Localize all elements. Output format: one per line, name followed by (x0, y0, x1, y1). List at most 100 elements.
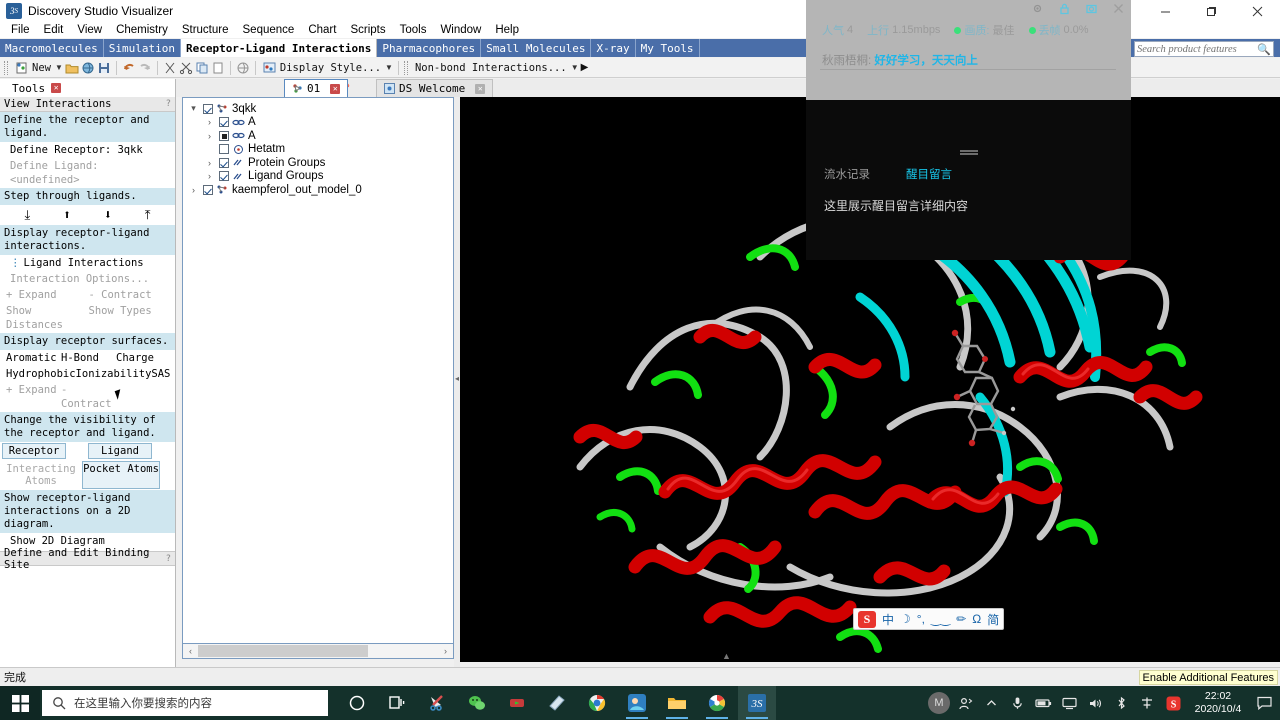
menu-tools[interactable]: Tools (393, 22, 434, 38)
copy-icon[interactable] (195, 61, 209, 75)
taskbar-clock[interactable]: 22:02 2020/10/4 (1186, 686, 1250, 720)
interactions-expand-action[interactable]: + Expand (6, 288, 89, 302)
tree-node-hetatm[interactable]: Hetatm (203, 143, 451, 157)
show-hidden-icons-icon[interactable] (978, 686, 1004, 720)
punctuation-icon[interactable]: °, (917, 612, 925, 626)
viewport-expand-icon[interactable]: ▲ (722, 651, 731, 661)
settings-icon[interactable] (1031, 2, 1044, 15)
twisty-collapsed-icon[interactable]: › (187, 185, 200, 195)
document-tab-01[interactable]: 01 ✕ (284, 79, 349, 97)
surface-aromatic-action[interactable]: Aromatic (6, 351, 61, 365)
receptor-visibility-button[interactable]: Receptor (2, 443, 66, 459)
open-icon[interactable] (65, 61, 79, 75)
new-dropdown-icon[interactable]: ▼ (55, 63, 63, 72)
product-search-box[interactable]: 🔍 (1134, 41, 1274, 57)
display-style-button[interactable]: Display Style... (261, 59, 383, 77)
binding-site-help-icon[interactable]: ? (166, 554, 171, 564)
surface-hydrophobic-action[interactable]: Hydrophobic (6, 367, 76, 381)
tools-tab-close-icon[interactable]: ✕ (51, 83, 62, 93)
live-stream-overlay-window[interactable]: 人气 4 上行 1.15mbps 画质: 最佳 丢帧 0.0% 秋雨梧桐: 好好… (806, 0, 1131, 260)
surface-hbond-action[interactable]: H-Bond (61, 351, 116, 365)
search-input[interactable] (1137, 43, 1258, 55)
windows-start-icon[interactable] (0, 686, 40, 720)
define-edit-binding-site-header[interactable]: Define and Edit Binding Site ? (0, 547, 175, 571)
bluetooth-icon[interactable] (1108, 686, 1134, 720)
show-distances-action[interactable]: Show Distances (6, 304, 89, 332)
undo-icon[interactable] (122, 61, 136, 75)
checkbox[interactable] (203, 103, 213, 114)
menu-structure[interactable]: Structure (175, 22, 236, 38)
ribbon-tab-macromolecules[interactable]: Macromolecules (0, 39, 104, 57)
nonbond-run-icon[interactable]: ▶ (581, 62, 589, 73)
drag-handle-icon[interactable] (959, 150, 978, 155)
ribbon-tab-small-molecules[interactable]: Small Molecules (481, 39, 592, 57)
cut-icon[interactable] (163, 61, 177, 75)
checkbox[interactable] (219, 157, 229, 168)
photos-icon[interactable] (698, 686, 736, 720)
open-web-icon[interactable] (81, 61, 95, 75)
twisty-collapsed-icon[interactable]: › (203, 158, 216, 168)
minimize-icon[interactable] (1142, 0, 1188, 22)
show-types-action[interactable]: Show Types (89, 304, 172, 332)
next-ligand-icon[interactable]: ⬇ (104, 208, 112, 223)
tree-node-chain-a-2[interactable]: › A (203, 129, 451, 143)
task-view-icon[interactable] (378, 686, 416, 720)
scroll-right-icon[interactable]: › (438, 646, 453, 656)
nonbond-interactions-button[interactable]: Non-bond Interactions... (413, 59, 569, 77)
tree-node-kaempferol[interactable]: › kaempferol_out_model_0 (187, 183, 451, 197)
simplified-icon[interactable]: 简 (987, 611, 999, 628)
ribbon-tab-pharmacophores[interactable]: Pharmacophores (377, 39, 482, 57)
sogou-logo-icon[interactable]: S (858, 610, 876, 628)
toolbar-grip[interactable] (4, 60, 8, 75)
menu-chart[interactable]: Chart (301, 22, 343, 38)
twisty-collapsed-icon[interactable]: › (203, 171, 216, 181)
ds-welcome-close-icon[interactable]: ✕ (475, 83, 486, 94)
lock-icon[interactable] (1058, 2, 1071, 15)
tree-node-ligand-groups[interactable]: › Ligand Groups (203, 170, 451, 184)
cortana-icon[interactable] (338, 686, 376, 720)
ribbon-tab-receptor-ligand-interactions[interactable]: Receptor-Ligand Interactions (180, 39, 378, 57)
nonbond-dropdown-icon[interactable]: ▼ (571, 63, 579, 72)
define-ligand-action[interactable]: Define Ligand: <undefined> (0, 158, 175, 188)
scroll-track[interactable] (198, 645, 438, 657)
notes-icon[interactable] (538, 686, 576, 720)
emoji-icon[interactable]: ‿‿ (931, 612, 950, 626)
game-icon[interactable] (618, 686, 656, 720)
twisty-expanded-icon[interactable]: ▾ (187, 103, 200, 114)
menu-chemistry[interactable]: Chemistry (109, 22, 175, 38)
save-icon[interactable] (97, 61, 111, 75)
close-icon[interactable] (1112, 2, 1125, 15)
wechat-icon[interactable] (458, 686, 496, 720)
tree-node-protein-groups[interactable]: › Protein Groups (203, 156, 451, 170)
checkbox[interactable] (219, 171, 229, 182)
action-center-icon[interactable] (1250, 686, 1278, 720)
ribbon-tab-xray[interactable]: X-ray (591, 39, 636, 57)
surface-sas-action[interactable]: SAS (151, 367, 171, 381)
pencil-icon[interactable]: ✏ (956, 612, 966, 626)
new-button[interactable]: New (13, 59, 53, 77)
overlay-tab-transactions[interactable]: 流水记录 (824, 166, 870, 182)
interactions-contract-action[interactable]: - Contract (89, 288, 172, 302)
surface-expand-action[interactable]: + Expand (6, 383, 61, 411)
sogou-tray-icon[interactable]: S (1160, 686, 1186, 720)
snipaste-icon[interactable] (418, 686, 456, 720)
moon-icon[interactable]: ☽ (900, 612, 911, 626)
media-player-icon[interactable] (498, 686, 536, 720)
twisty-collapsed-icon[interactable]: › (203, 131, 216, 141)
scissors-icon[interactable] (179, 61, 193, 75)
menu-window[interactable]: Window (433, 22, 488, 38)
volume-icon[interactable] (1082, 686, 1108, 720)
symbol-icon[interactable]: Ω (972, 612, 981, 626)
display-style-dropdown-icon[interactable]: ▼ (385, 63, 393, 72)
pocket-atoms-button[interactable]: Pocket Atoms (82, 461, 160, 489)
redo-icon[interactable] (138, 61, 152, 75)
globe-icon[interactable] (236, 61, 250, 75)
ribbon-tab-simulation[interactable]: Simulation (104, 39, 181, 57)
scroll-thumb[interactable] (198, 645, 368, 657)
tree-horizontal-scrollbar[interactable]: ‹ › (182, 643, 454, 659)
ligand-visibility-button[interactable]: Ligand (88, 443, 152, 459)
previous-ligand-icon[interactable]: ⬆ (63, 208, 71, 223)
screenshot-icon[interactable] (1085, 2, 1098, 15)
battery-icon[interactable] (1030, 686, 1056, 720)
twisty-collapsed-icon[interactable]: › (203, 117, 216, 127)
